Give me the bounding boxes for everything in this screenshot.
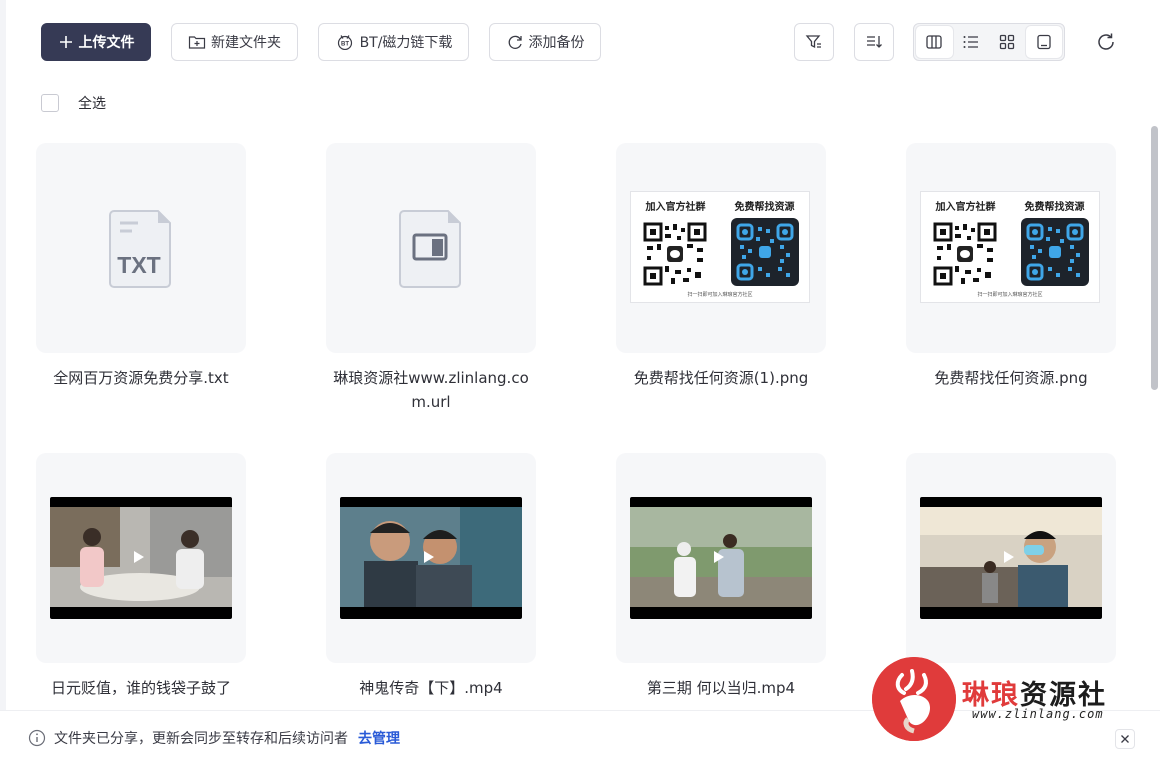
file-card[interactable]: 神鬼传奇【下】.mp4 (326, 453, 536, 700)
filter-button[interactable] (794, 23, 834, 61)
list-icon (963, 36, 978, 48)
file-name: 神鬼传奇【下】.mp4 (359, 679, 503, 697)
video-thumbnail (50, 497, 232, 619)
view-mode-group (913, 23, 1065, 61)
columns-icon (926, 35, 942, 49)
file-name: 免费帮找任何资源.png (934, 369, 1088, 387)
large-thumbnail-icon (1037, 34, 1051, 50)
view-grid-button[interactable] (989, 26, 1026, 58)
view-list-button[interactable] (953, 26, 990, 58)
file-thumbnail[interactable]: 加入官方社群 免费帮找资源 扫一扫即可加入琳琅官方社区 (616, 143, 826, 353)
file-thumbnail[interactable]: TXT (36, 143, 246, 353)
deer-logo-icon (872, 657, 956, 741)
plus-icon (59, 36, 72, 48)
file-thumbnail[interactable] (616, 453, 826, 663)
file-name: 琳琅资源社www.zlinlang.com.url (333, 369, 529, 411)
qr-pattern (1026, 223, 1084, 281)
toolbar: 上传文件 新建文件夹 BT BT/磁力链下载 添加备份 (41, 23, 1120, 63)
poster-right-title: 免费帮找资源 (734, 202, 795, 213)
file-card[interactable]: 琳琅资源社www.zlinlang.com.url (326, 143, 536, 414)
view-columns-button[interactable] (916, 26, 953, 58)
file-name: 第三期 何以当归.mp4 (646, 679, 796, 697)
svg-text:BT: BT (341, 42, 349, 48)
file-card[interactable]: 加入官方社群 免费帮找资源 扫一扫即可加入琳琅官 (906, 143, 1116, 390)
new-folder-label: 新建文件夹 (211, 35, 281, 51)
wechat-qr-code (643, 222, 707, 286)
filter-icon (805, 35, 821, 49)
file-name: 全网百万资源免费分享.txt (53, 369, 229, 387)
upload-button[interactable]: 上传文件 (41, 23, 151, 61)
qr-poster-image: 加入官方社群 免费帮找资源 扫一扫即可加入琳琅官方社区 (920, 191, 1100, 303)
select-all-label: 全选 (78, 96, 106, 112)
video-thumbnail (920, 497, 1102, 619)
notice-text: 文件夹已分享，更新会同步至转存和后续访问者 (54, 731, 348, 747)
play-icon (134, 551, 144, 563)
sort-button[interactable] (854, 23, 894, 61)
poster-footer: 扫一扫即可加入琳琅官方社区 (977, 292, 1043, 298)
view-large-button[interactable] (1025, 26, 1062, 58)
new-folder-button[interactable]: 新建文件夹 (171, 23, 298, 61)
grid-icon (1000, 34, 1015, 50)
file-card[interactable] (906, 453, 1116, 676)
file-thumbnail[interactable] (36, 453, 246, 663)
sort-icon (867, 36, 882, 48)
file-card[interactable]: 第三期 何以当归.mp4 (616, 453, 826, 700)
play-icon (714, 551, 724, 563)
file-card[interactable]: 加入官方社群 免费帮找资源 扫一扫即可加入琳琅官 (616, 143, 826, 390)
wechat-qr-code (933, 222, 997, 286)
info-icon (28, 729, 46, 747)
video-thumbnail (340, 497, 522, 619)
file-thumbnail[interactable] (326, 453, 536, 663)
play-icon (1004, 551, 1014, 563)
file-card[interactable]: 日元贬值，谁的钱袋子鼓了 (36, 453, 246, 700)
file-name: 免费帮找任何资源(1).png (633, 369, 809, 387)
upload-label: 上传文件 (78, 35, 135, 51)
video-thumbnail (630, 497, 812, 619)
qr-poster-image: 加入官方社群 免费帮找资源 扫一扫即可加入琳琅官方社区 (630, 191, 810, 303)
poster-left-title: 加入官方社群 (645, 202, 706, 213)
refresh-icon (1098, 33, 1114, 50)
watermark: 琳琅资源社 www.zlinlang.com (872, 655, 1142, 745)
official-qr-code (1021, 218, 1089, 286)
play-icon (424, 551, 434, 563)
scrollbar-thumb[interactable] (1151, 126, 1158, 390)
select-all-checkbox[interactable] (41, 94, 59, 112)
file-thumbnail[interactable] (906, 453, 1116, 663)
add-backup-button[interactable]: 添加备份 (489, 23, 601, 61)
folder-plus-icon (188, 36, 206, 49)
bt-download-label: BT/磁力链下载 (359, 35, 453, 51)
select-all[interactable]: 全选 (41, 93, 106, 113)
bt-download-button[interactable]: BT BT/磁力链下载 (318, 23, 469, 61)
poster-left-title: 加入官方社群 (935, 202, 996, 213)
watermark-url: www.zlinlang.com (972, 707, 1104, 721)
refresh-button[interactable] (1093, 29, 1119, 55)
official-qr-code (731, 218, 799, 286)
file-thumbnail[interactable] (326, 143, 536, 353)
file-thumbnail[interactable]: 加入官方社群 免费帮找资源 扫一扫即可加入琳琅官方社区 (906, 143, 1116, 353)
left-edge (0, 0, 6, 760)
url-file-icon (399, 210, 461, 288)
add-backup-label: 添加备份 (528, 35, 585, 51)
txt-icon-label: TXT (117, 252, 160, 278)
file-card[interactable]: TXT 全网百万资源免费分享.txt (36, 143, 246, 390)
file-name: 日元贬值，谁的钱袋子鼓了 (50, 679, 231, 697)
manage-link[interactable]: 去管理 (358, 728, 400, 748)
poster-right-title: 免费帮找资源 (1024, 202, 1085, 213)
qr-pattern (736, 223, 794, 281)
txt-file-icon: TXT (109, 210, 171, 288)
poster-footer: 扫一扫即可加入琳琅官方社区 (687, 292, 753, 298)
sync-icon (508, 35, 522, 50)
bt-icon: BT (337, 35, 352, 50)
